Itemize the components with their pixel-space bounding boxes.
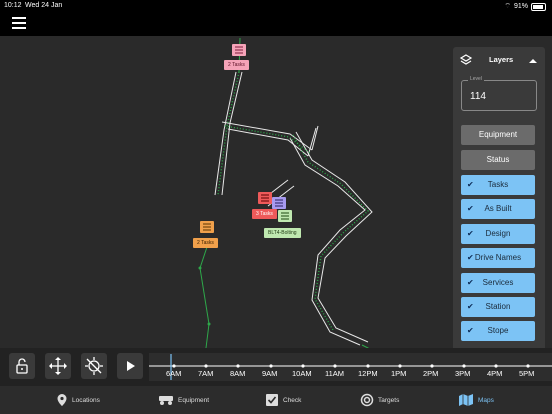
level-label: Level: [468, 76, 484, 82]
timeline-label: 11AM: [325, 369, 345, 378]
tab-label: Locations: [72, 396, 100, 404]
check-icon: ✔: [467, 204, 474, 213]
battery-icon: [531, 2, 546, 11]
tab-label: Equipment: [178, 396, 210, 404]
battery-percent: 91%: [513, 3, 528, 10]
play-button[interactable]: [117, 353, 143, 379]
timeline-label: 7AM: [198, 369, 214, 378]
status-bar: 10:12 Wed 24 Jan ⌔ 91%: [0, 0, 552, 12]
task-count-label[interactable]: 3 Tasks: [252, 209, 277, 219]
timeline-label: 12PM: [358, 369, 378, 378]
tab-targets[interactable]: Targets: [360, 386, 399, 414]
layer-toggle-as-built[interactable]: ✔ As Built: [461, 199, 535, 219]
status-date: Wed 24 Jan: [25, 2, 63, 9]
task-list-icon: [258, 192, 272, 204]
check-icon: ✔: [467, 253, 474, 262]
layer-toggle-design[interactable]: ✔ Design: [461, 224, 535, 244]
lock-button[interactable]: [9, 353, 35, 379]
tab-label: Check: [283, 396, 302, 404]
tab-maps[interactable]: Maps: [458, 386, 494, 414]
timeline-label: 9AM: [262, 369, 278, 378]
timeline-label: 5PM: [519, 369, 535, 378]
layer-toggle-label: Services: [482, 278, 514, 287]
tab-check[interactable]: Check: [265, 386, 301, 414]
layer-toggle-label: Stope: [487, 326, 509, 335]
status-right: ⌔ 91%: [504, 2, 546, 11]
tab-equipment[interactable]: Equipment: [158, 386, 209, 414]
unlock-icon: [16, 358, 28, 374]
layer-toggle-station[interactable]: ✔ Station: [461, 297, 535, 317]
layer-toggle-label: Equipment: [478, 130, 518, 139]
timeline-label: 6AM: [166, 369, 182, 378]
timeline-label: 2PM: [423, 369, 439, 378]
task-list-icon: [278, 210, 292, 222]
tab-label: Maps: [478, 396, 494, 404]
level-field[interactable]: Level 114: [461, 76, 537, 111]
layer-toggle-label: Station: [485, 302, 511, 311]
hide-location-button[interactable]: [81, 353, 107, 379]
layers-icon: [459, 54, 473, 65]
target-icon: [360, 393, 374, 407]
timeline-label: 3PM: [455, 369, 471, 378]
layer-toggle-services[interactable]: ✔ Services: [461, 273, 535, 293]
hamburger-menu-icon[interactable]: [12, 17, 26, 29]
task-count-label[interactable]: 2 Tasks: [193, 238, 218, 248]
timeline-label: 10AM: [292, 369, 312, 378]
tunnel-outline: [214, 71, 373, 346]
timeline-label: 8AM: [230, 369, 246, 378]
checklist-icon: [266, 394, 278, 406]
task-list-icon: [232, 44, 246, 56]
wifi-icon: ⌔: [504, 3, 511, 10]
equipment-label[interactable]: BLT4-Bolting: [264, 228, 301, 238]
level-value: 114: [470, 91, 486, 102]
chevron-up-icon[interactable]: [528, 56, 538, 66]
top-bar: [0, 12, 552, 36]
route-path: [217, 71, 370, 331]
check-icon: ✔: [467, 302, 474, 311]
layer-toggle-label: Design: [485, 229, 511, 238]
check-icon: ✔: [467, 326, 474, 335]
layer-toggle-label: Status: [486, 155, 510, 164]
layer-toggle-stope[interactable]: ✔ Stope: [461, 321, 535, 341]
check-icon: ✔: [467, 278, 474, 287]
location-off-icon: [85, 357, 103, 375]
play-icon: [127, 361, 135, 371]
layer-toggle-status[interactable]: Status: [461, 150, 535, 170]
bottom-tab-bar: Locations Equipment Check Targets Maps: [0, 386, 552, 414]
move-arrows-icon: [49, 357, 67, 375]
layer-toggle-label: Drive Names: [474, 253, 522, 262]
layers-title: Layers: [489, 55, 514, 64]
task-count-label[interactable]: 2 Tasks: [224, 60, 249, 70]
pan-button[interactable]: [45, 353, 71, 379]
check-icon: ✔: [467, 229, 474, 238]
layer-toggle-equipment[interactable]: Equipment: [461, 125, 535, 145]
layer-toggle-label: Tasks: [487, 180, 509, 189]
tab-locations[interactable]: Locations: [56, 386, 100, 414]
layer-toggle-drive-names[interactable]: ✔ Drive Names: [461, 248, 535, 268]
tab-label: Targets: [378, 396, 400, 404]
timeline-label: 1PM: [391, 369, 407, 378]
truck-icon: [159, 396, 173, 405]
layer-toggle-label: As Built: [484, 204, 512, 213]
timeline-label: 4PM: [487, 369, 503, 378]
task-list-icon: [200, 221, 214, 233]
map-icon: [459, 394, 473, 406]
layer-toggle-tasks[interactable]: ✔ Tasks: [461, 175, 535, 195]
layers-panel: Layers Level 114 Equipment Status ✔ Tasks…: [453, 47, 545, 351]
check-icon: ✔: [467, 180, 474, 189]
layers-panel-header[interactable]: Layers: [453, 47, 545, 71]
location-pin-icon: [57, 394, 67, 406]
status-time: 10:12: [4, 2, 22, 9]
timeline-bar: [0, 348, 552, 386]
